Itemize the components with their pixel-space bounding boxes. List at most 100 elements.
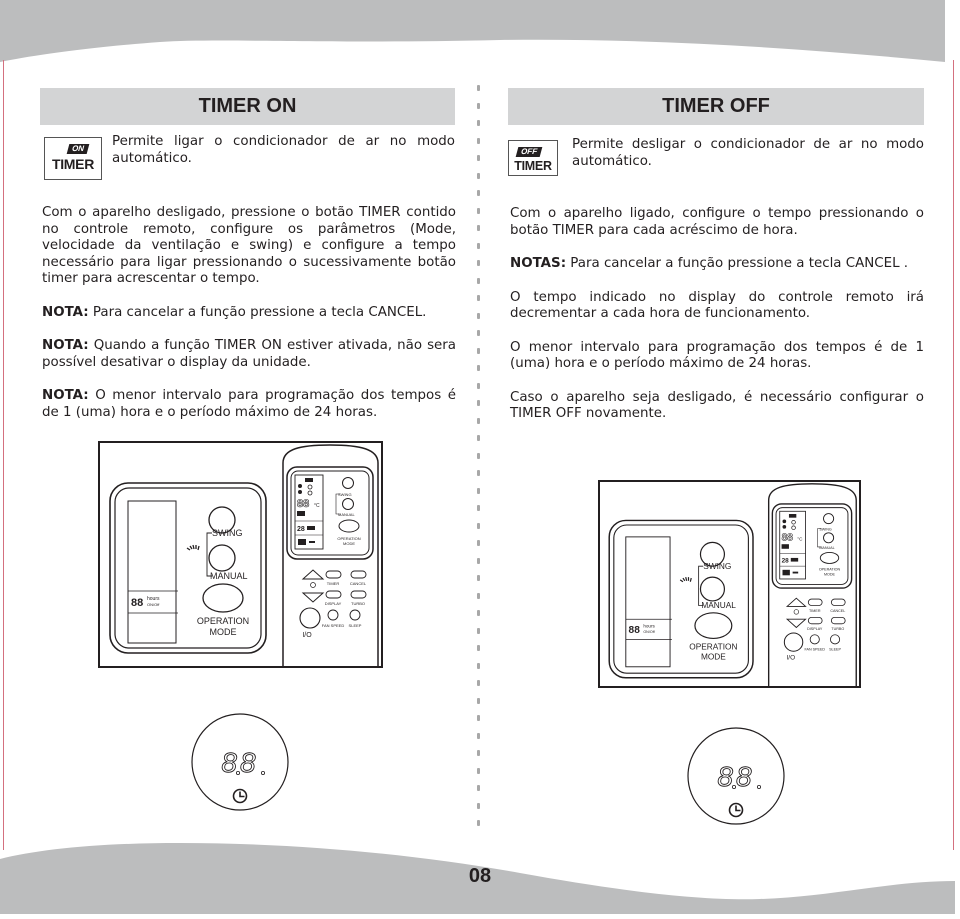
handset-manual-button	[823, 532, 835, 544]
divider-dot	[477, 330, 480, 336]
timer-key	[325, 570, 342, 579]
divider-dot	[477, 645, 480, 651]
timer-on-section: TIMER ON ON TIMER Permite ligar o condic…	[40, 88, 456, 420]
divider-dot	[477, 610, 480, 616]
divider-dot	[477, 295, 480, 301]
divider-dot	[477, 785, 480, 791]
handset-mode-label: MODE	[343, 541, 355, 546]
timer-on-button-icon: ON TIMER	[44, 137, 102, 180]
remote-handset: 88 °C 28 SWING MANUAL OPERATION MODE TIM…	[767, 483, 857, 686]
instructions: Com o aparelho desligado, pressione o bo…	[42, 205, 456, 438]
cancel-key-label: CANCEL	[830, 609, 845, 613]
handset-manual-label: MANUAL	[338, 512, 355, 517]
remote-illustration: 88 hours ON/Off SWING MANUAL OPERATION M…	[598, 480, 861, 688]
handset-swing-label: SWING	[338, 492, 352, 497]
badge-word: TIMER	[51, 156, 95, 172]
divider-dot	[477, 820, 480, 826]
section-title: TIMER ON	[40, 88, 455, 125]
page-edge-line	[953, 60, 954, 850]
divider-dot	[477, 102, 480, 109]
divider-dot	[477, 522, 480, 529]
power-key	[783, 632, 804, 652]
divider-dot	[477, 242, 480, 249]
divider-dot	[477, 137, 480, 144]
timer-key	[807, 598, 823, 606]
display-key-label: DISPLAY	[807, 627, 823, 631]
cancel-key	[350, 570, 367, 579]
divider-dot	[477, 277, 480, 284]
panel-hours-label: hours	[643, 623, 655, 628]
manual-button	[208, 544, 236, 572]
paragraph: Caso o aparelho seja desligado, é necess…	[510, 389, 924, 422]
paragraph: Com o aparelho desligado, pressione o bo…	[42, 205, 456, 286]
wall-panel: 88 hours ON/Off SWING MANUAL OPERATION M…	[608, 519, 754, 679]
wall-panel: 88 hours ON/Off SWING MANUAL OPERATION M…	[109, 482, 267, 654]
badge-word: TIMER	[514, 159, 552, 173]
sleep-key	[349, 609, 361, 621]
operation-label: OPERATION	[197, 616, 249, 626]
divider-dot	[477, 225, 480, 231]
cancel-key	[830, 598, 846, 606]
remote-illustration: 88 hours ON/Off SWING MANUAL OPERATION M…	[98, 441, 383, 668]
panel-onoff-label: ON/Off	[147, 602, 160, 607]
paragraph: Com o aparelho ligado, configure o tempo…	[510, 206, 924, 238]
power-key-label: I/O	[787, 654, 796, 661]
paragraph: O tempo indicado no display do controle …	[510, 289, 924, 322]
divider-dot	[477, 697, 480, 704]
divider-dot	[477, 592, 480, 599]
divider-dot	[477, 382, 480, 389]
note: NOTAS: Para cancelar a função pressione …	[510, 256, 909, 271]
manual-label: MANUAL	[701, 601, 736, 610]
fan-speed-key-label: FAN SPEED	[322, 623, 345, 628]
sleep-key-label: SLEEP	[829, 647, 841, 651]
operation-mode-button	[694, 612, 733, 640]
manual-page: TIMER ON ON TIMER Permite ligar o condic…	[0, 0, 960, 919]
divider-dot	[477, 557, 480, 564]
badge-tag: ON	[66, 144, 90, 154]
divider-dot	[477, 487, 480, 494]
turbo-key	[350, 590, 367, 599]
svg-text:28: 28	[297, 526, 305, 533]
divider-dot	[477, 662, 480, 669]
timer-off-section: TIMER OFF OFF TIMER Permite desligar o c…	[508, 88, 924, 421]
page-number: 08	[468, 865, 492, 887]
divider-dot	[477, 750, 480, 756]
fan-speed-key	[809, 634, 820, 645]
handset-swing-button	[342, 477, 354, 489]
remote-handset: 88 °C 28 SWING MANUAL OPERATION MODE TIM…	[282, 444, 379, 666]
divider-dot	[477, 417, 480, 424]
panel-digits: 88	[131, 597, 143, 609]
handset-mode-label: MODE	[824, 572, 836, 576]
turbo-key-label: TURBO	[351, 601, 365, 606]
page-edge-line	[3, 60, 4, 850]
note: NOTA: Quando a função TIMER ON estiver a…	[42, 338, 456, 370]
divider-dot	[477, 505, 480, 511]
manual-label: MANUAL	[210, 571, 248, 581]
intro-row: ON TIMER Permite ligar o condicionador d…	[40, 134, 455, 187]
note: NOTA: O menor intervalo para programação…	[42, 388, 456, 420]
divider-dot	[477, 85, 480, 91]
remote-illustration-svg: 88 hours ON/Off SWING MANUAL OPERATION M…	[608, 483, 857, 686]
swing-label: SWING	[212, 528, 243, 538]
divider-dot	[477, 120, 480, 126]
divider-dot	[477, 680, 480, 686]
display-key	[807, 616, 823, 625]
display-key-label: DISPLAY	[325, 601, 342, 606]
paragraph: O menor intervalo para programação dos t…	[510, 339, 924, 372]
operation-mode-button	[202, 583, 244, 613]
operation-label: OPERATION	[689, 642, 737, 651]
timer-digits: 88	[717, 761, 754, 792]
timer-off-button-icon: OFF TIMER	[508, 140, 558, 176]
fan-speed-key-label: FAN SPEED	[804, 647, 825, 651]
top-wave-band	[0, 0, 945, 62]
divider-dot	[477, 155, 480, 161]
cancel-key-label: CANCEL	[350, 581, 367, 586]
divider-dot	[477, 470, 480, 476]
intro-text: Permite desligar o condicionador de ar n…	[572, 137, 924, 169]
sleep-key	[830, 634, 841, 645]
handset-manual-button	[342, 498, 354, 510]
handset-manual-label: MANUAL	[819, 546, 834, 550]
lcd-unit: °C	[314, 503, 320, 509]
svg-text:28: 28	[782, 558, 790, 565]
display-key	[325, 590, 342, 599]
